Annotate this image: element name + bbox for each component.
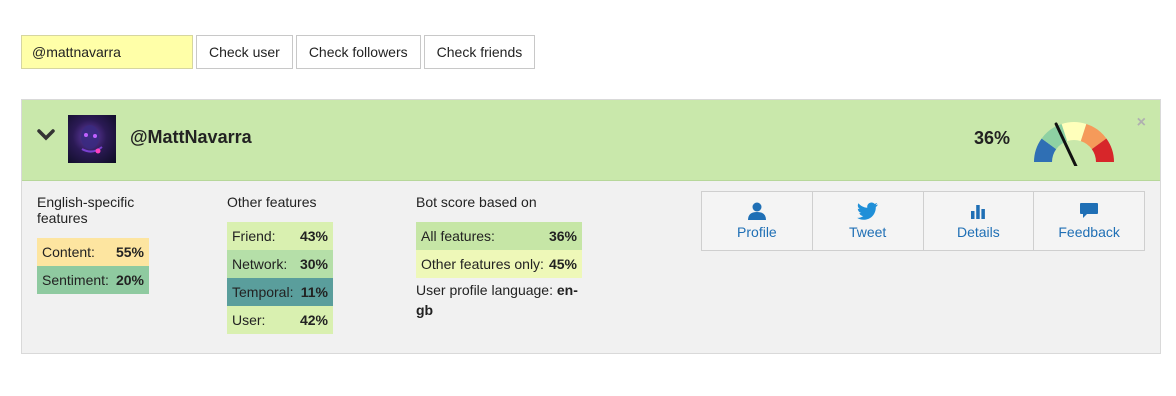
check-user-button[interactable]: Check user [196,35,293,69]
result-card: @MattNavarra 36% × English-specific feat… [21,99,1161,354]
bot-score-label: Other features only: [421,256,544,272]
other-feature-value: 11% [300,284,328,300]
other-feature-row: User: 42% [227,306,333,334]
bot-score-label: All features: [421,228,495,244]
english-feature-label: Content: [42,244,95,260]
english-feature-row: Sentiment: 20% [37,266,149,294]
result-header: @MattNavarra 36% × [22,100,1160,181]
bot-score-value: 36% [974,128,1011,148]
tweet-label: Tweet [848,224,887,240]
details-label: Details [956,224,1000,240]
other-feature-label: Temporal: [232,284,294,300]
english-feature-value: 20% [115,272,144,288]
other-feature-value: 30% [299,256,328,272]
english-features-title: English-specific features [37,194,135,226]
profile-language: User profile language: en-gb [416,280,582,320]
other-feature-value: 43% [299,228,328,244]
bot-score-title: Bot score based on [416,194,537,210]
feedback-label: Feedback [1058,224,1120,240]
english-features-panel: English-specific features Content: 55% Sen… [37,194,149,294]
feedback-button[interactable]: Feedback [1034,192,1144,250]
username-input[interactable] [21,35,193,69]
bot-score-row: All features: 36% [416,222,582,250]
avatar[interactable] [68,115,116,163]
check-followers-button[interactable]: Check followers [295,35,421,69]
english-feature-value: 55% [115,244,144,260]
bar-chart-icon [971,205,986,219]
check-friends-button[interactable]: Check friends [423,35,536,69]
other-feature-value: 42% [299,312,328,328]
chevron-down-icon[interactable] [37,128,55,142]
english-feature-row: Content: 55% [37,238,149,266]
bot-score-row: Other features only: 45% [416,250,582,278]
profile-label: Profile [737,224,777,240]
other-feature-row: Network: 30% [227,250,333,278]
person-icon [747,202,766,220]
bot-score-panel: Bot score based on All features: 36% Other… [416,194,582,320]
profile-language-label: User profile language: [416,282,553,298]
bird-icon [856,202,878,220]
other-feature-row: Friend: 43% [227,222,333,250]
english-feature-label: Sentiment: [42,272,109,288]
bot-score-gauge [1034,122,1114,166]
close-icon[interactable]: × [1137,114,1146,132]
profile-button[interactable]: Profile [702,192,813,250]
bot-score-value: 36% [548,228,577,244]
other-feature-row: Temporal: 11% [227,278,333,306]
tweet-button[interactable]: Tweet [813,192,924,250]
search-bar: Check user Check followers Check friends [21,35,536,69]
other-feature-label: User: [232,312,266,328]
other-features-panel: Other features Friend: 43% Network: 30% Temp… [227,194,333,334]
other-feature-label: Friend: [232,228,276,244]
account-username[interactable]: @MattNavarra [130,127,252,148]
other-feature-label: Network: [232,256,288,272]
details-button[interactable]: Details [924,192,1035,250]
bot-score-value: 45% [548,256,577,272]
other-features-title: Other features [227,194,317,210]
speech-bubble-icon [1080,203,1099,218]
action-bar: Profile Tweet Details Feedback [701,191,1145,251]
